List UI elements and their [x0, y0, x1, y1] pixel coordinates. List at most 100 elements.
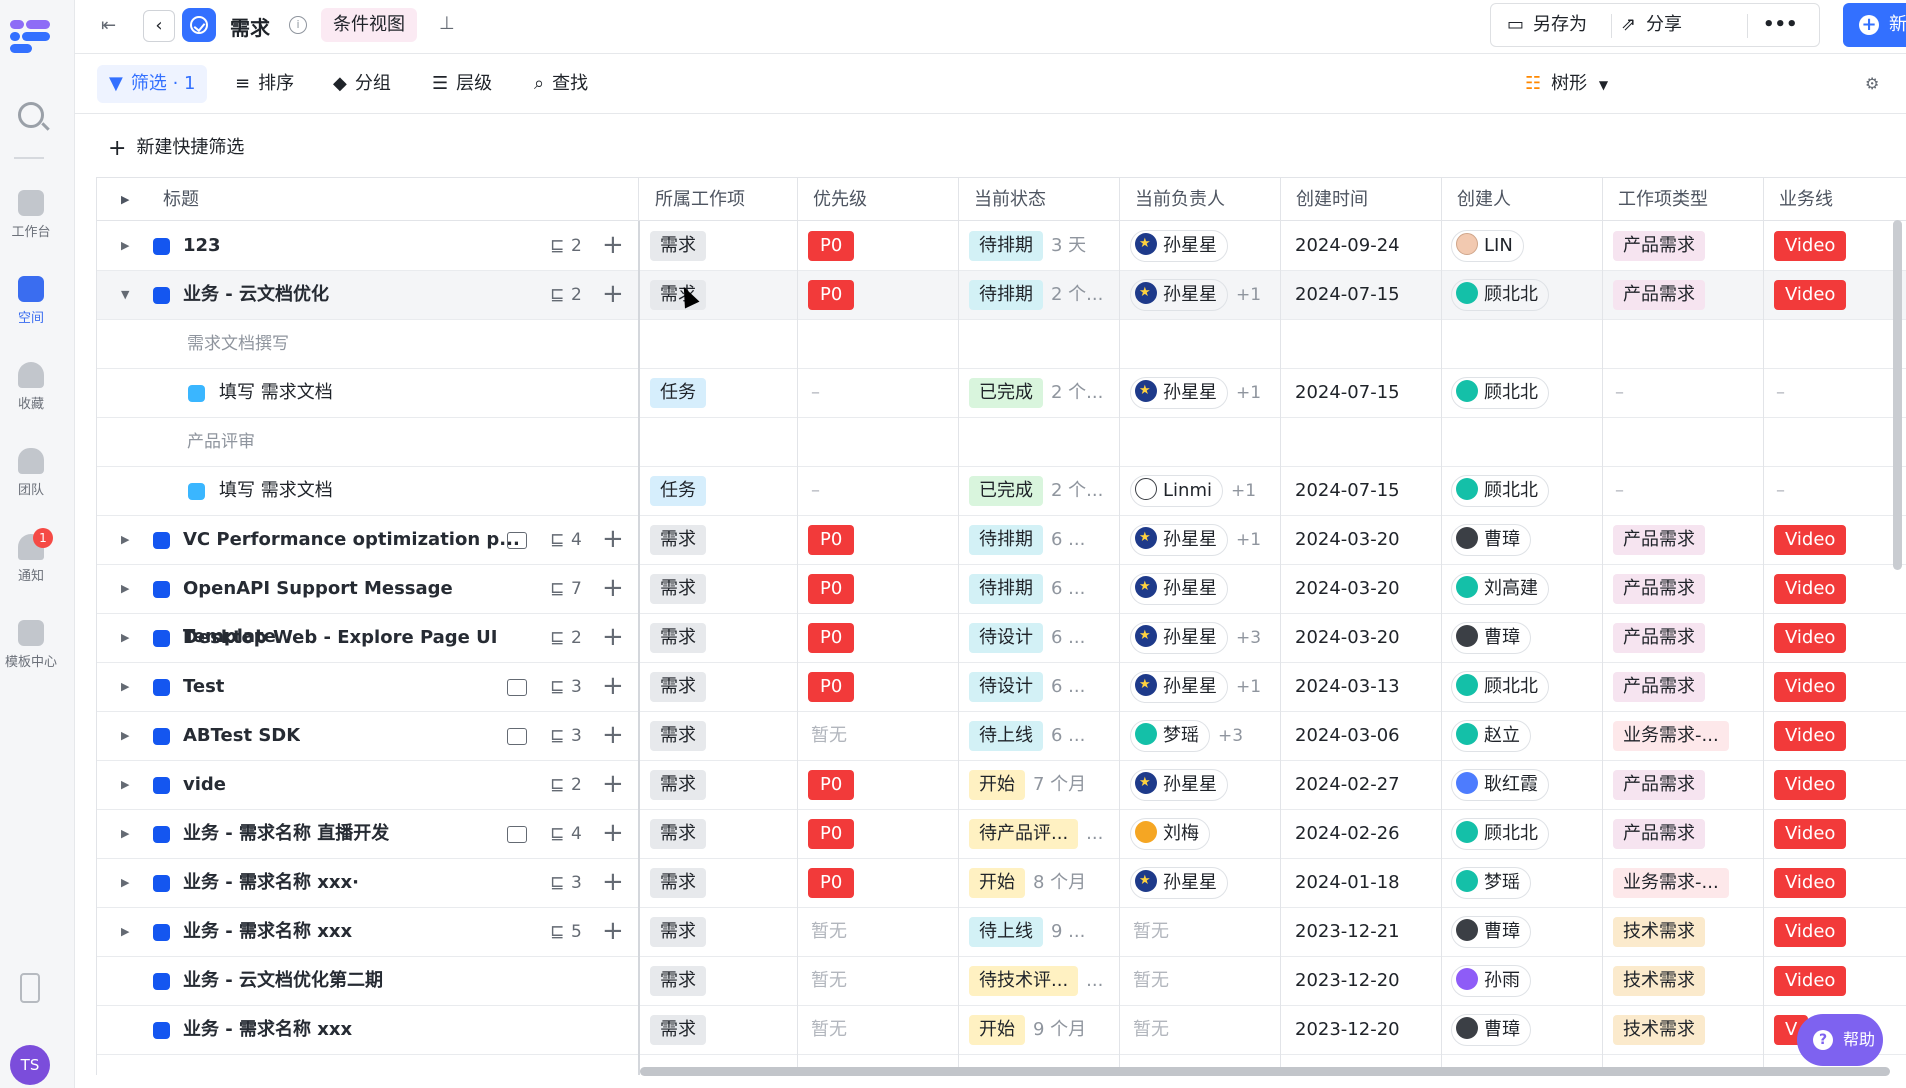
- line-cell[interactable]: Video: [1774, 761, 1847, 809]
- collapse-sidebar-icon[interactable]: ⇤: [101, 15, 123, 37]
- line-cell[interactable]: Video: [1774, 712, 1847, 760]
- type-cell[interactable]: 产品需求: [1613, 222, 1705, 270]
- creator-cell[interactable]: 顾北北: [1451, 663, 1549, 711]
- column-header[interactable]: 创建人: [1457, 178, 1511, 221]
- table-row[interactable]: ▶ ABTest SDK ⊑ 3 + 需求 暂无 待上线 6 ... 梦瑶 +3 2024-03-06…: [97, 712, 1906, 761]
- column-header[interactable]: 工作项类型: [1618, 178, 1708, 221]
- creator-cell[interactable]: 顾北北: [1451, 467, 1549, 515]
- creator-chip[interactable]: 顾北北: [1451, 475, 1549, 507]
- add-subitem-button[interactable]: +: [602, 810, 624, 856]
- add-subitem-button[interactable]: +: [602, 516, 624, 562]
- table-row[interactable]: 填写 需求文档 任务 – 已完成 2 个... 孙星星 +1 2024-07-15 顾北北 – –: [97, 369, 1906, 418]
- table-row[interactable]: 业务 - 云文档优化第二期 需求 暂无 待技术评...... 暂无 2023-12-20 孙…: [97, 957, 1906, 1006]
- creator-cell[interactable]: 曹璋: [1451, 516, 1531, 564]
- add-subitem-button[interactable]: +: [602, 908, 624, 954]
- add-subitem-button[interactable]: +: [602, 663, 624, 709]
- mobile-icon[interactable]: [20, 973, 40, 1003]
- sidebar-item-templates[interactable]: 模板中心: [0, 620, 62, 670]
- owner-chip[interactable]: 孙星星: [1130, 377, 1228, 409]
- creator-cell[interactable]: 曹璋: [1451, 614, 1531, 662]
- search-icon[interactable]: [18, 102, 44, 128]
- view-mode-switch[interactable]: ☷ 树形 ▼: [1525, 65, 1608, 103]
- new-quick-filter-button[interactable]: + 新建快捷筛选: [108, 133, 244, 161]
- owner-cell[interactable]: 孙星星 +3: [1130, 614, 1261, 662]
- type-cell[interactable]: 产品需求: [1613, 271, 1705, 319]
- status-cell[interactable]: 开始 7 个月: [969, 761, 1086, 809]
- status-cell[interactable]: 待设计 6 ...: [969, 614, 1085, 662]
- item-cell[interactable]: 需求: [650, 810, 706, 858]
- type-cell[interactable]: 技术需求: [1613, 908, 1705, 956]
- table-row[interactable]: ▶ vide ⊑ 2 + 需求 P0 开始 7 个月 孙星星 2024-02-27 耿红霞 产品需求 Vi…: [97, 761, 1906, 810]
- chevron-right-icon[interactable]: ▶: [121, 761, 129, 809]
- row-title[interactable]: 填写 需求文档: [219, 369, 333, 417]
- chevron-right-icon[interactable]: ▶: [121, 516, 129, 564]
- owner-cell[interactable]: 孙星星 +1: [1130, 369, 1261, 417]
- more-button[interactable]: •••: [1763, 4, 1798, 46]
- line-cell[interactable]: Video: [1774, 516, 1847, 564]
- status-cell[interactable]: 开始 8 个月: [969, 859, 1086, 907]
- owner-cell[interactable]: 孙星星: [1130, 565, 1236, 613]
- type-cell[interactable]: 产品需求: [1613, 810, 1705, 858]
- help-button[interactable]: ? 帮助: [1797, 1014, 1883, 1066]
- chevron-right-icon[interactable]: ▶: [121, 565, 129, 613]
- add-subitem-button[interactable]: +: [602, 859, 624, 905]
- table-row[interactable]: ▶ OpenAPI Support Message Template ⊑ 7 + 需求 P0…: [97, 565, 1906, 647]
- line-cell[interactable]: –: [1776, 369, 1785, 417]
- row-title[interactable]: Test: [183, 663, 224, 711]
- add-subitem-button[interactable]: +: [602, 712, 624, 758]
- creator-chip[interactable]: 曹璋: [1451, 524, 1531, 556]
- table-row[interactable]: ▶ Desktop Web - Explore Page UI ⊑ 2 + 需求 P0 待设计…: [97, 614, 1906, 663]
- chevron-right-icon[interactable]: ▶: [121, 614, 129, 662]
- add-subitem-button[interactable]: +: [602, 222, 624, 268]
- line-cell[interactable]: Video: [1774, 810, 1847, 858]
- owner-cell[interactable]: 刘梅: [1130, 810, 1218, 858]
- item-cell[interactable]: 需求: [650, 516, 706, 564]
- table-row[interactable]: ▶ Test ⊑ 3 + 需求 P0 待设计 6 ... 孙星星 +1 2024-03-13 顾北北 产品…: [97, 663, 1906, 712]
- creator-chip[interactable]: 赵立: [1451, 720, 1531, 752]
- item-cell[interactable]: 需求: [650, 859, 706, 907]
- owner-chip[interactable]: 孙星星: [1130, 573, 1228, 605]
- row-title[interactable]: 业务 - 云文档优化: [183, 271, 329, 319]
- owner-cell[interactable]: 孙星星 +1: [1130, 271, 1261, 319]
- column-header[interactable]: 业务线: [1779, 178, 1833, 221]
- row-title[interactable]: Desktop Web - Explore Page UI: [183, 614, 497, 662]
- row-title[interactable]: 业务 - 云文档优化第二期: [183, 957, 383, 1005]
- line-cell[interactable]: Video: [1774, 908, 1847, 956]
- creator-chip[interactable]: 刘高建: [1451, 573, 1549, 605]
- owner-cell[interactable]: 孙星星: [1130, 761, 1236, 809]
- item-cell[interactable]: 任务: [650, 467, 706, 515]
- priority-cell[interactable]: 暂无: [811, 712, 847, 760]
- priority-cell[interactable]: P0: [808, 565, 855, 613]
- column-header[interactable]: 当前负责人: [1135, 178, 1225, 221]
- line-cell[interactable]: Video: [1774, 614, 1847, 662]
- chevron-right-icon[interactable]: ▶: [121, 908, 129, 956]
- view-tag[interactable]: 条件视图: [321, 8, 417, 42]
- type-cell[interactable]: 产品需求: [1613, 516, 1705, 564]
- group-header-row[interactable]: 需求文档撰写: [97, 320, 1906, 369]
- line-cell[interactable]: Video: [1774, 222, 1847, 270]
- chevron-right-icon[interactable]: ▶: [121, 712, 129, 760]
- row-title[interactable]: VC Performance optimization p...: [183, 516, 520, 564]
- creator-cell[interactable]: 梦瑶: [1451, 859, 1531, 907]
- expand-all-icon[interactable]: ▶: [121, 178, 129, 221]
- status-cell[interactable]: 已完成 2 个...: [969, 369, 1103, 417]
- level-button[interactable]: ☰ 层级: [420, 65, 504, 103]
- owner-chip[interactable]: Linmi: [1130, 475, 1223, 507]
- new-button[interactable]: + 新建: [1843, 3, 1906, 47]
- priority-cell[interactable]: –: [811, 369, 820, 417]
- creator-chip[interactable]: 孙雨: [1451, 965, 1531, 997]
- group-button[interactable]: ◆ 分组: [321, 65, 403, 103]
- table-row[interactable]: ▶ 业务 - 需求名称 xxx ⊑ 5 + 需求 暂无 待上线 9 ... 暂无 2023-12-2…: [97, 908, 1906, 957]
- item-cell[interactable]: 需求: [650, 1006, 706, 1054]
- table-row[interactable]: 业务 - 需求名称 xxx 需求 暂无 开始 9 个月 暂无 2023-12-20 曹璋 技术需…: [97, 1006, 1906, 1055]
- creator-chip[interactable]: 耿红霞: [1451, 769, 1549, 801]
- chevron-right-icon[interactable]: ▶: [121, 222, 129, 270]
- horizontal-scrollbar[interactable]: [640, 1067, 1890, 1076]
- owner-chip[interactable]: 孙星星: [1130, 622, 1228, 654]
- priority-cell[interactable]: 暂无: [811, 1006, 847, 1054]
- table-row[interactable]: ▶ 业务 - 需求名称 xxx· ⊑ 3 + 需求 P0 开始 8 个月 孙星星 2024-01-1…: [97, 859, 1906, 908]
- sidebar-item-space[interactable]: 空间: [0, 276, 62, 326]
- user-avatar[interactable]: TS: [10, 1045, 50, 1085]
- item-cell[interactable]: 需求: [650, 565, 706, 613]
- column-header[interactable]: 创建时间: [1296, 178, 1368, 221]
